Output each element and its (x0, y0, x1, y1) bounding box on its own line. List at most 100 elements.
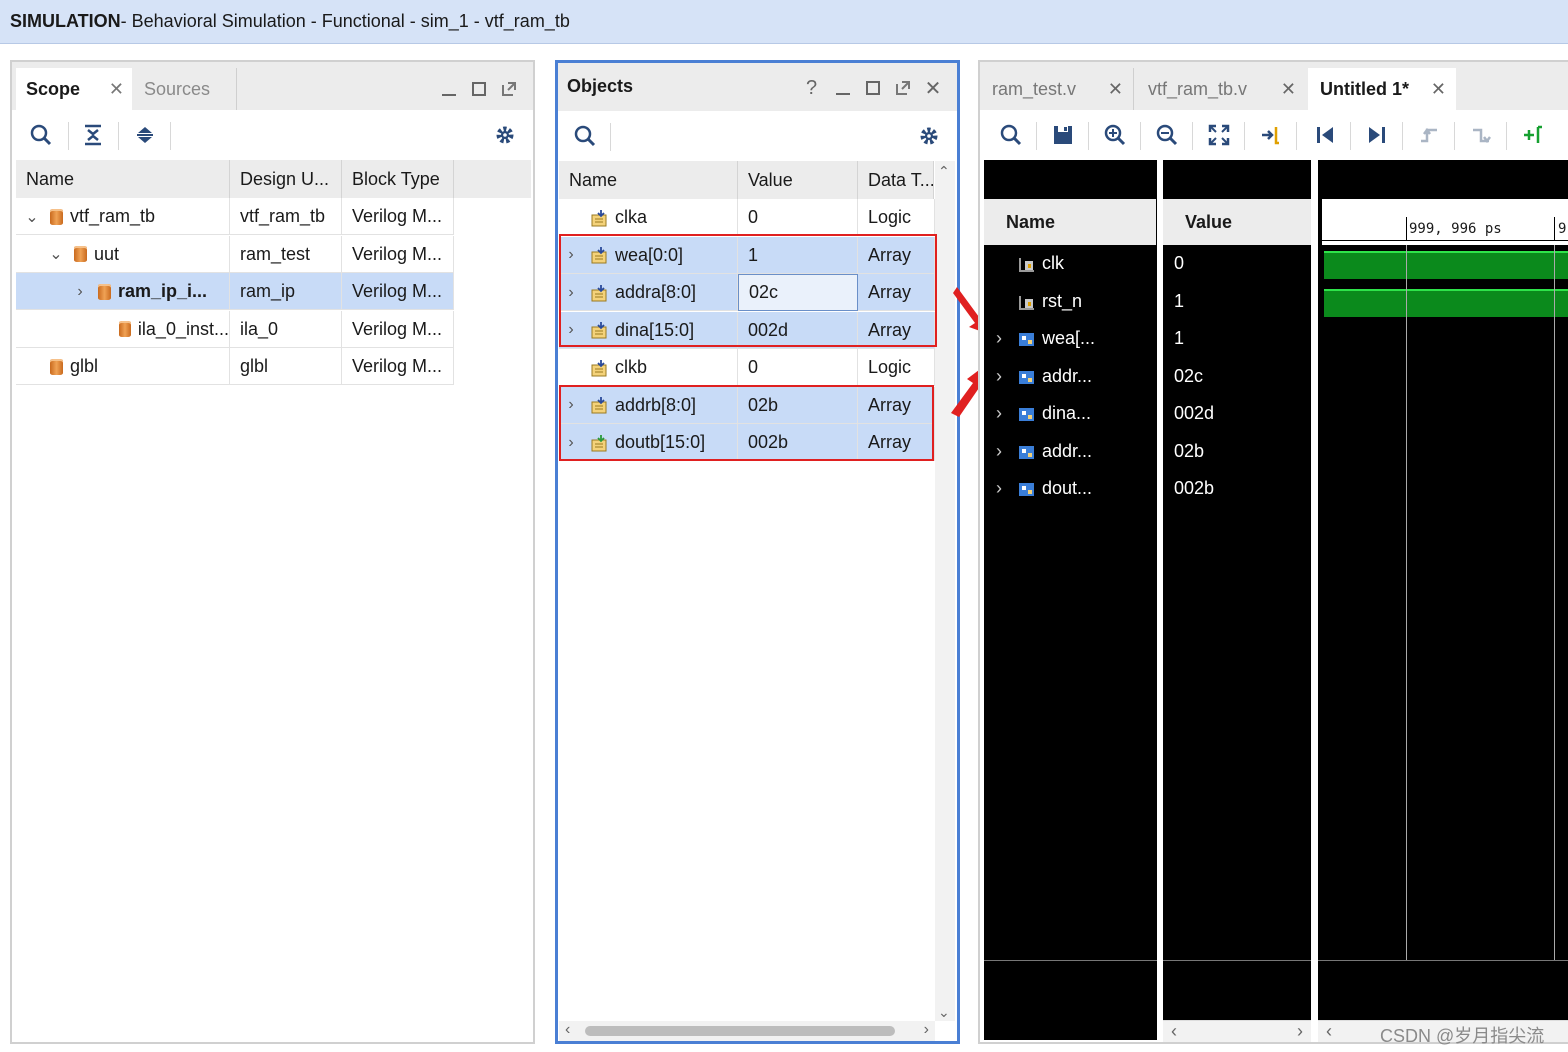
expand-chevron-icon[interactable]: › (996, 478, 1002, 499)
close-icon[interactable]: ✕ (1431, 79, 1446, 100)
object-name-label: clkb (615, 357, 648, 377)
scroll-left-icon[interactable]: ‹ (1326, 1021, 1332, 1042)
scroll-up-icon[interactable]: ⌃ (938, 163, 950, 180)
add-marker-icon[interactable] (1516, 118, 1550, 152)
tab-vtf-ram-tb-v[interactable]: vtf_ram_tb.v ✕ (1136, 68, 1306, 110)
previous-transition-icon[interactable] (1412, 118, 1446, 152)
settings-gear-icon[interactable] (488, 118, 522, 152)
object-value-cell[interactable]: 0 (738, 199, 858, 236)
scope-tree-row[interactable]: ila_0_inst... ila_0 Verilog M... (16, 310, 454, 348)
scroll-left-icon[interactable]: ‹ (1171, 1021, 1177, 1042)
scope-tree-row[interactable]: › ram_ip_i... ram_ip Verilog M... (16, 273, 454, 310)
column-header-block-type[interactable]: Block Type (342, 160, 454, 198)
waveform-trace[interactable] (1324, 288, 1568, 317)
wave-signal-value: 002b (1174, 478, 1215, 498)
waveform-trace[interactable] (1324, 251, 1568, 279)
wave-signal-row[interactable]: › dout... 002b (984, 470, 1568, 507)
zoom-in-icon[interactable] (1098, 118, 1132, 152)
wave-signal-row[interactable]: › wea[... 1 (984, 320, 1568, 357)
column-header-name[interactable]: Name (16, 160, 230, 198)
expand-chevron-icon[interactable]: › (996, 328, 1002, 349)
search-icon[interactable] (568, 119, 602, 153)
wave-signal-name: addr... (1042, 440, 1093, 461)
expand-chevron-icon[interactable]: › (996, 366, 1002, 387)
scroll-thumb[interactable] (585, 1026, 895, 1036)
scope-block-type-cell: Verilog M... (342, 235, 454, 273)
close-icon[interactable]: ✕ (1108, 79, 1123, 100)
horizontal-scrollbar[interactable]: ‹ › (559, 1021, 935, 1041)
scope-tree-row[interactable]: ⌄ uut ram_test Verilog M... (16, 235, 454, 273)
go-to-cursor-icon[interactable] (1254, 118, 1288, 152)
column-header-name[interactable]: Name (559, 161, 738, 199)
wave-signal-row[interactable]: › addr... 02c (984, 358, 1568, 395)
wave-signal-row[interactable]: › dina... 002d (984, 395, 1568, 432)
wave-signal-value: 002d (1174, 403, 1215, 423)
help-icon[interactable]: ? (806, 77, 817, 100)
expand-chevron-icon[interactable]: › (72, 283, 88, 301)
tab-scope[interactable]: Scope ✕ (16, 68, 132, 110)
zoom-out-icon[interactable] (1150, 118, 1184, 152)
search-icon[interactable] (994, 118, 1028, 152)
column-header-value[interactable]: Value (738, 161, 858, 199)
scroll-right-icon[interactable]: › (1297, 1021, 1303, 1042)
wave-toolbar (980, 110, 1568, 160)
go-to-end-icon[interactable] (1360, 118, 1394, 152)
scope-name-label: glbl (70, 356, 99, 376)
column-header-value[interactable]: Value (1163, 199, 1311, 245)
objects-title: Objects (567, 76, 634, 96)
object-row[interactable]: clka 0 Logic (559, 199, 935, 236)
float-icon[interactable] (494, 72, 524, 106)
object-value-cell[interactable]: 0 (738, 349, 858, 386)
objects-title-row: Objects ? ✕ (558, 63, 957, 111)
wave-signal-name: wea[... (1042, 328, 1096, 348)
objects-toolbar (558, 111, 957, 161)
expand-chevron-icon[interactable]: › (996, 403, 1002, 424)
bus-signal-icon (1018, 480, 1036, 503)
scroll-left-icon[interactable]: ‹ (565, 1021, 570, 1039)
search-icon[interactable] (24, 118, 58, 152)
minimize-icon[interactable] (828, 71, 858, 105)
time-cursor-2[interactable] (1554, 245, 1555, 960)
maximize-icon[interactable] (858, 71, 888, 105)
column-header-design-unit[interactable]: Design U... (230, 160, 342, 198)
save-icon[interactable] (1046, 118, 1080, 152)
scope-tree-row[interactable]: ⌄ vtf_ram_tb vtf_ram_tb Verilog M... (16, 198, 454, 235)
wave-signal-row[interactable]: rst_n 1 (984, 283, 1568, 320)
zoom-fit-icon[interactable] (1202, 118, 1236, 152)
tab-sources[interactable]: Sources (142, 68, 237, 110)
close-icon[interactable]: ✕ (109, 79, 124, 100)
wave-signal-row[interactable]: › addr... 02b (984, 433, 1568, 470)
settings-gear-icon[interactable] (912, 119, 946, 153)
scroll-right-icon[interactable]: › (924, 1021, 929, 1039)
scope-block-type-cell: Verilog M... (342, 273, 454, 310)
object-row[interactable]: clkb 0 Logic (559, 349, 935, 386)
maximize-icon[interactable] (464, 72, 494, 106)
expand-chevron-icon[interactable]: ⌄ (24, 207, 40, 227)
close-icon[interactable]: ✕ (1281, 79, 1296, 100)
watermark: CSDN @岁月指尖流 (1380, 1026, 1545, 1046)
wave-signal-row[interactable]: clk 0 (984, 245, 1568, 282)
minimize-icon[interactable] (434, 72, 464, 106)
scope-name-cell: ila_0_inst... (16, 310, 230, 348)
scroll-down-icon[interactable]: ⌄ (938, 1004, 950, 1021)
value-horizontal-scrollbar[interactable]: ‹ › (1163, 1020, 1311, 1042)
tab-untitled-1[interactable]: Untitled 1* ✕ (1308, 68, 1456, 110)
expand-chevron-icon[interactable]: › (996, 441, 1002, 462)
close-icon[interactable]: ✕ (918, 71, 948, 105)
scope-tree-row[interactable]: glbl glbl Verilog M... (16, 348, 454, 385)
collapse-all-icon[interactable] (76, 118, 110, 152)
module-icon (50, 358, 63, 375)
scope-block-type-cell: Verilog M... (342, 348, 454, 385)
highlight-box-port-b (559, 385, 934, 461)
objects-panel: Objects ? ✕ Name Value Data T... clka 0 Lo… (555, 60, 960, 1044)
column-header-data-type[interactable]: Data T... (858, 161, 934, 199)
expand-chevron-icon[interactable]: ⌄ (48, 244, 64, 264)
next-transition-icon[interactable] (1464, 118, 1498, 152)
tab-ram-test-v[interactable]: ram_test.v ✕ (980, 68, 1134, 110)
expand-all-icon[interactable] (128, 118, 162, 152)
wave-tab-row: ram_test.v ✕ vtf_ram_tb.v ✕ Untitled 1* … (980, 62, 1568, 110)
column-header-name[interactable]: Name (984, 199, 1156, 245)
go-to-start-icon[interactable] (1308, 118, 1342, 152)
float-icon[interactable] (888, 71, 918, 105)
time-cursor[interactable] (1406, 245, 1407, 960)
